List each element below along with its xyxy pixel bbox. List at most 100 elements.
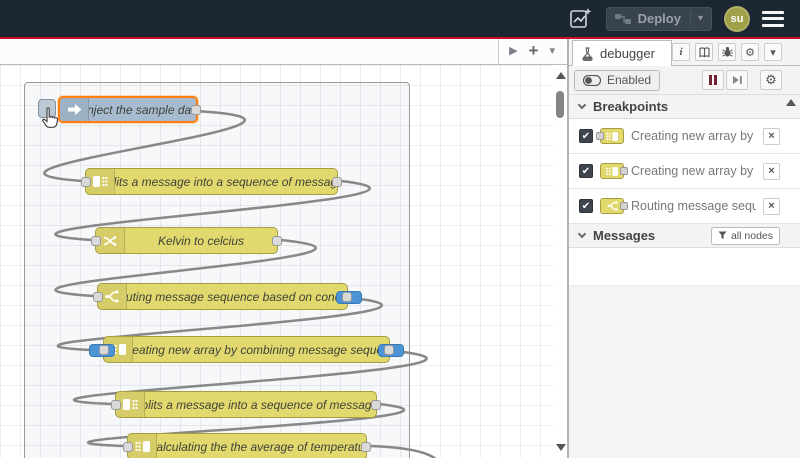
- flow-canvas[interactable]: Inject the sample data Splits a message …: [0, 65, 567, 458]
- flow-node-split-2[interactable]: Splits a message into a sequence of mess…: [111, 391, 381, 418]
- breakpoint-label: Creating new array by combining message …: [631, 164, 756, 178]
- add-flow-button[interactable]: +: [529, 42, 539, 59]
- debugger-toolbar: Enabled ⚙: [569, 66, 800, 95]
- scroll-up-arrow-icon[interactable]: [786, 99, 796, 106]
- scrollbar-thumb[interactable]: [556, 91, 564, 118]
- output-port[interactable]: [384, 345, 394, 355]
- flow-node-switch[interactable]: Routing message sequence based on condit…: [93, 283, 362, 310]
- messages-section-header[interactable]: Messages all nodes: [569, 224, 800, 248]
- wire-join2-out: [368, 444, 437, 458]
- debugger-sections: Breakpoints ✔ Creating new array by comb…: [569, 95, 800, 458]
- node-label: Creating new array by combining message …: [133, 342, 389, 357]
- messages-filter-button[interactable]: all nodes: [710, 226, 780, 245]
- node-label: Calculating the the average of temperatu…: [157, 439, 366, 454]
- funnel-icon: [718, 231, 727, 240]
- sidebar-tabbar: debugger i ⚙ ▾: [569, 39, 800, 66]
- breakpoint-row[interactable]: ✔ Creating new array by combining messag…: [569, 154, 800, 189]
- step-next-icon: [732, 76, 742, 84]
- switch-node-output-breakpoint-icon: [600, 198, 628, 214]
- bug-icon: [721, 47, 733, 57]
- remove-breakpoint-button[interactable]: ×: [763, 127, 780, 145]
- deploy-chevron-icon[interactable]: ▾: [698, 13, 703, 24]
- input-port[interactable]: [93, 292, 103, 302]
- scroll-down-arrow-icon[interactable]: [556, 444, 566, 451]
- input-port[interactable]: [91, 236, 101, 246]
- breakpoint-checkbox[interactable]: ✔: [579, 164, 593, 178]
- input-port[interactable]: [81, 177, 91, 187]
- flow-chart-sparkle-icon: [569, 7, 592, 28]
- tab-config-button[interactable]: ⚙: [741, 43, 759, 61]
- tab-debug-button[interactable]: [718, 43, 736, 61]
- node-label: Inject the sample data: [89, 102, 196, 117]
- sidebar-scrollbar[interactable]: [784, 97, 798, 217]
- flow-node-split-1[interactable]: Splits a message into a sequence of mess…: [81, 168, 342, 195]
- hand-cursor-icon: [42, 107, 59, 128]
- breakpoints-section-header[interactable]: Breakpoints: [569, 95, 800, 119]
- deploy-separator: [689, 10, 691, 27]
- sidebar-tab-list-button[interactable]: ▾: [764, 43, 782, 61]
- join-node-output-breakpoint-icon: [600, 163, 628, 179]
- remove-breakpoint-button[interactable]: ×: [763, 197, 780, 215]
- output-port[interactable]: [342, 292, 352, 302]
- step-button[interactable]: [726, 70, 748, 90]
- hamburger-bar: [762, 17, 784, 20]
- scroll-tabs-right-button[interactable]: ▶: [509, 46, 517, 57]
- filter-label: all nodes: [730, 229, 773, 242]
- tab-info-button[interactable]: i: [672, 43, 690, 61]
- messages-list-empty: [569, 248, 800, 286]
- tab-debugger[interactable]: debugger: [572, 40, 672, 66]
- flow-node-change[interactable]: Kelvin to celcius: [91, 227, 282, 254]
- breakpoint-label: Routing message sequence based on condit…: [631, 199, 756, 213]
- debugger-settings-button[interactable]: ⚙: [760, 70, 782, 90]
- remove-breakpoint-button[interactable]: ×: [763, 162, 780, 180]
- collapse-chevron-icon: [577, 100, 587, 110]
- sidebar-background: [569, 286, 800, 458]
- mini-output-port: [620, 167, 628, 175]
- breakpoint-checkbox[interactable]: ✔: [579, 129, 593, 143]
- mini-output-port: [620, 202, 628, 210]
- flask-icon: [582, 46, 593, 61]
- canvas-vertical-scrollbar[interactable]: [553, 65, 567, 458]
- hamburger-bar: [762, 23, 784, 27]
- pause-button[interactable]: [702, 70, 724, 90]
- chevron-down-icon: ▾: [770, 46, 776, 59]
- node-label: Splits a message into a sequence of mess…: [115, 174, 337, 189]
- input-port[interactable]: [111, 400, 121, 410]
- main-menu-button[interactable]: [762, 9, 786, 29]
- flow-list-button[interactable]: ▾: [549, 46, 555, 57]
- workspace: ▶ + ▾ Inject the sample data its a messa…: [0, 39, 567, 458]
- join-node-input-breakpoint-icon: [596, 128, 624, 144]
- flow-node-join-1[interactable]: Creating new array by combining message …: [89, 336, 404, 363]
- tab-help-button[interactable]: [695, 43, 713, 61]
- header: Deploy ▾ su: [0, 0, 800, 37]
- messages-title: Messages: [593, 228, 656, 243]
- output-port[interactable]: [371, 400, 381, 410]
- flow-node-join-2[interactable]: Calculating the the average of temperatu…: [123, 433, 371, 458]
- flow-node-inject[interactable]: Inject the sample data: [58, 96, 201, 123]
- output-port[interactable]: [361, 442, 371, 452]
- user-avatar[interactable]: su: [724, 5, 750, 32]
- input-port[interactable]: [99, 345, 109, 355]
- deploy-button[interactable]: Deploy ▾: [605, 6, 712, 31]
- input-port[interactable]: [123, 442, 133, 452]
- deploy-label: Deploy: [637, 11, 681, 26]
- node-label: Kelvin to celcius: [157, 233, 245, 248]
- output-port[interactable]: [272, 236, 282, 246]
- breakpoint-row[interactable]: ✔ Creating new array by combining messag…: [569, 119, 800, 154]
- inject-icon: [60, 98, 89, 121]
- output-port[interactable]: [191, 105, 201, 115]
- breakpoints-title: Breakpoints: [593, 99, 669, 114]
- tab-debugger-label: debugger: [600, 46, 655, 61]
- scroll-up-arrow-icon[interactable]: [556, 72, 566, 79]
- debugger-enabled-toggle[interactable]: Enabled: [574, 69, 661, 91]
- output-port[interactable]: [332, 177, 342, 187]
- mini-input-port: [596, 132, 604, 140]
- deploy-nodes-icon: [614, 13, 631, 24]
- breakpoint-label: Creating new array by combining message …: [631, 129, 756, 143]
- node-red-app: Deploy ▾ su ▶ + ▾ Inject the sample data…: [0, 0, 800, 458]
- hamburger-bar: [762, 10, 784, 14]
- ai-assistant-button[interactable]: [568, 6, 594, 32]
- breakpoint-row[interactable]: ✔ Routing message sequence based on cond…: [569, 189, 800, 224]
- breakpoint-checkbox[interactable]: ✔: [579, 199, 593, 213]
- gear-icon: ⚙: [765, 72, 777, 87]
